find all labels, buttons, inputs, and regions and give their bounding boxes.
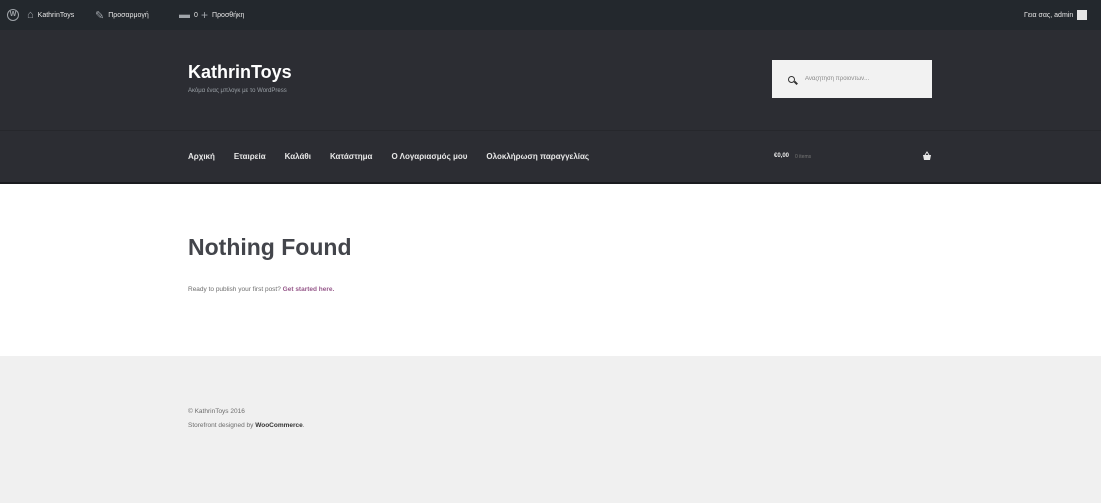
nav-item-home[interactable]: Αρχική [188, 152, 215, 161]
cart-amount[interactable]: €0,00 [774, 153, 789, 159]
basket-icon[interactable] [922, 151, 932, 161]
nav-item-my-account[interactable]: Ο Λογαριασμός μου [391, 152, 467, 161]
cart-count[interactable]: 0 items [795, 154, 811, 160]
nav-item-cart[interactable]: Καλάθι [285, 152, 311, 161]
admin-site-name-link[interactable]: ⌂ KathrinToys [27, 0, 74, 30]
nav-item-checkout[interactable]: Ολοκλήρωση παραγγελίας [486, 152, 589, 161]
brush-icon: ✎ [95, 9, 105, 22]
page-title: Nothing Found [188, 234, 352, 260]
customize-label: Προσαρμογή [108, 11, 149, 19]
admin-site-name: KathrinToys [37, 11, 75, 19]
home-icon: ⌂ [27, 9, 34, 21]
no-posts-text: Ready to publish your first post? [188, 286, 281, 293]
wordpress-icon [7, 9, 19, 21]
howdy-text: Γεια σας, admin [1024, 11, 1074, 19]
site-footer: © KathrinToys 2016 Storefront designed b… [0, 356, 1101, 503]
footer-copyright: © KathrinToys 2016 [188, 408, 245, 415]
search-icon [788, 75, 795, 83]
no-posts-message: Ready to publish your first post? Get st… [188, 286, 334, 293]
nav-item-company[interactable]: Εταιρεία [234, 152, 266, 161]
product-search [772, 60, 932, 98]
new-content-link[interactable]: + Προσθήκη [201, 0, 244, 30]
footer-credit: Storefront designed by WooCommerce. [188, 422, 305, 429]
comments-link[interactable]: ▬ 0 [179, 0, 198, 30]
nav-item-shop[interactable]: Κατάστημα [330, 152, 373, 161]
site-header: KathrinToys Ακόμα ένας μπλογκ με το Word… [0, 30, 1101, 184]
new-label: Προσθήκη [212, 11, 245, 19]
product-search-input[interactable] [805, 76, 915, 82]
customize-link[interactable]: ✎ Προσαρμογή [95, 0, 149, 30]
admin-bar: ⌂ KathrinToys ✎ Προσαρμογή ▬ 0 + Προσθήκ… [0, 0, 1101, 30]
comments-count: 0 [194, 11, 198, 19]
get-started-link[interactable]: Get started here. [283, 286, 335, 293]
footer-credit-suffix: . [302, 422, 305, 429]
primary-navigation: Αρχική Εταιρεία Καλάθι Κατάστημα Ο Λογαρ… [188, 152, 589, 161]
site-title[interactable]: KathrinToys [188, 62, 292, 83]
header-divider [0, 130, 1101, 131]
site-description: Ακόμα ένας μπλογκ με το WordPress [188, 88, 287, 94]
woocommerce-link[interactable]: WooCommerce [255, 422, 303, 429]
footer-credit-text: Storefront designed by [188, 422, 254, 429]
comment-icon: ▬ [179, 9, 190, 21]
plus-icon: + [201, 8, 209, 22]
avatar [1077, 10, 1088, 20]
wordpress-logo-button[interactable] [7, 0, 19, 30]
my-account-link[interactable]: Γεια σας, admin [1024, 0, 1088, 30]
